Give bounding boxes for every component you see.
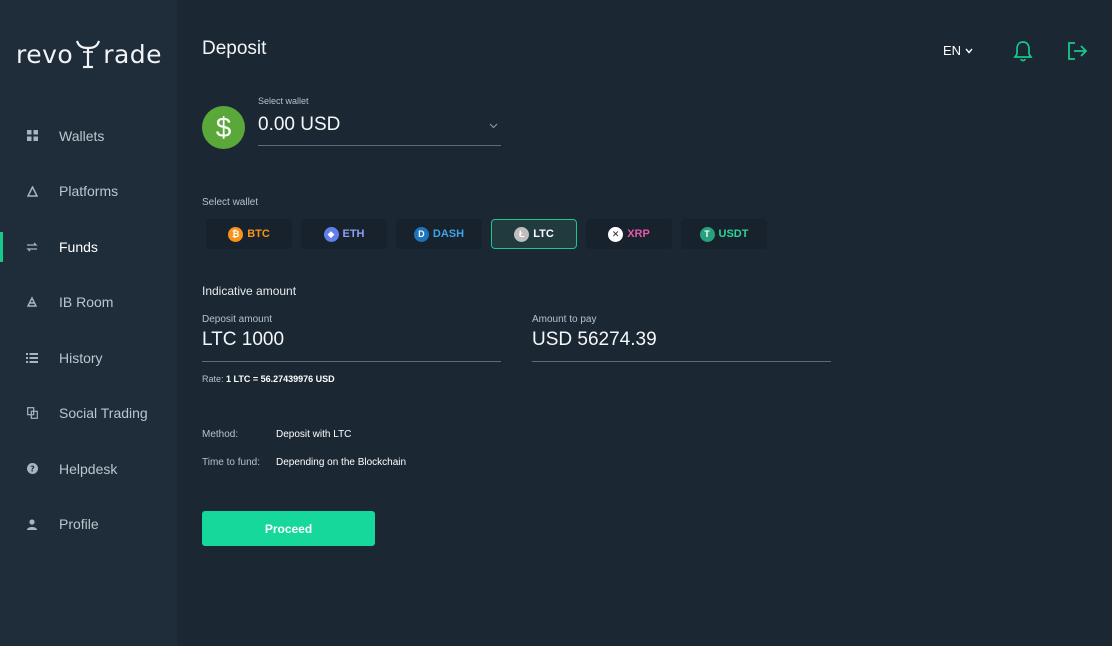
wallet-select-label: Select wallet bbox=[258, 96, 309, 106]
deposit-amount-label: Deposit amount bbox=[202, 314, 273, 325]
coin-select-label: Select wallet bbox=[202, 197, 259, 208]
user-icon bbox=[26, 518, 38, 530]
wallet-select-value: 0.00 USD bbox=[258, 114, 341, 135]
sidebar-item-social-trading[interactable]: Social Trading bbox=[0, 386, 177, 442]
language-selector[interactable]: EN bbox=[943, 43, 973, 58]
coin-button-ltc[interactable]: Ł LTC bbox=[491, 219, 577, 249]
amount-to-pay-value: USD 56274.39 bbox=[532, 329, 657, 350]
eth-icon: ◆ bbox=[323, 226, 339, 242]
time-to-fund-value: Depending on the Blockchain bbox=[276, 457, 407, 468]
triangle-icon bbox=[26, 185, 38, 197]
coin-label: DASH bbox=[432, 228, 465, 240]
sidebar-item-ib-room[interactable]: IB Room bbox=[0, 275, 177, 331]
copy-icon bbox=[26, 407, 38, 420]
sidebar-item-label: Funds bbox=[59, 238, 98, 255]
transfer-icon bbox=[26, 241, 38, 253]
btc-icon: ₿ bbox=[228, 226, 244, 242]
amount-to-pay-label: Amount to pay bbox=[532, 314, 597, 325]
sidebar-item-label: Wallets bbox=[59, 127, 105, 144]
sidebar-item-funds[interactable]: Funds bbox=[0, 219, 177, 275]
amount-to-pay-field[interactable]: Amount to pay USD 56274.39 bbox=[532, 314, 831, 362]
coin-button-dash[interactable]: D DASH bbox=[396, 219, 482, 249]
coin-button-btc[interactable]: ₿ BTC bbox=[206, 219, 292, 249]
logo-suffix: rade bbox=[103, 39, 163, 69]
sidebar: revo rade Wallets Platforms Funds IB Roo… bbox=[0, 0, 177, 646]
method-label: Method: bbox=[202, 429, 239, 440]
chevron-down-icon bbox=[489, 120, 498, 132]
sidebar-item-label: History bbox=[59, 349, 103, 366]
logout-icon[interactable] bbox=[1066, 40, 1088, 67]
deposit-amount-field[interactable]: Deposit amount LTC 1000 bbox=[202, 314, 501, 362]
sidebar-item-profile[interactable]: Profile bbox=[0, 497, 177, 553]
indicative-amount-title: Indicative amount bbox=[202, 284, 297, 298]
coin-label: ETH bbox=[342, 228, 365, 240]
proceed-button[interactable]: Proceed bbox=[202, 511, 375, 546]
svg-text:?: ? bbox=[30, 465, 35, 474]
sidebar-item-label: Profile bbox=[59, 516, 99, 533]
xrp-icon: ✕ bbox=[608, 226, 624, 242]
coin-button-usdt[interactable]: T USDT bbox=[681, 219, 767, 249]
rate-value: 1 LTC = 56.27439976 USD bbox=[226, 374, 335, 384]
list-icon bbox=[26, 352, 38, 364]
sidebar-nav: Wallets Platforms Funds IB Room History bbox=[0, 108, 177, 552]
bell-icon[interactable] bbox=[1013, 40, 1033, 67]
usdt-icon: T bbox=[699, 226, 715, 242]
coin-label: BTC bbox=[247, 228, 270, 240]
logo-t-mark bbox=[74, 37, 102, 71]
coin-label: LTC bbox=[533, 228, 554, 240]
coin-button-group: ₿ BTC ◆ ETH D DASH Ł LTC ✕ XRP T USDT bbox=[206, 219, 767, 249]
page-title: Deposit bbox=[202, 38, 267, 59]
grid-icon bbox=[26, 130, 38, 142]
sidebar-item-label: Social Trading bbox=[59, 405, 148, 422]
sidebar-item-helpdesk[interactable]: ? Helpdesk bbox=[0, 441, 177, 497]
dollar-icon: $ bbox=[202, 106, 245, 149]
ib-icon bbox=[26, 296, 38, 308]
revotrade-logo[interactable]: revo rade bbox=[16, 34, 162, 74]
sidebar-item-history[interactable]: History bbox=[0, 330, 177, 386]
sidebar-item-label: IB Room bbox=[59, 294, 114, 311]
sidebar-item-label: Platforms bbox=[59, 183, 119, 200]
coin-label: USDT bbox=[718, 228, 749, 240]
exchange-rate: Rate: 1 LTC = 56.27439976 USD bbox=[202, 374, 335, 384]
wallet-select[interactable]: Select wallet 0.00 USD bbox=[258, 94, 501, 146]
sidebar-item-platforms[interactable]: Platforms bbox=[0, 164, 177, 220]
logo-prefix: revo bbox=[16, 39, 74, 69]
deposit-amount-value: LTC 1000 bbox=[202, 329, 285, 350]
coin-button-eth[interactable]: ◆ ETH bbox=[301, 219, 387, 249]
sidebar-item-wallets[interactable]: Wallets bbox=[0, 108, 177, 164]
time-to-fund-label: Time to fund: bbox=[202, 457, 260, 468]
coin-button-xrp[interactable]: ✕ XRP bbox=[586, 219, 672, 249]
rate-prefix: Rate: bbox=[202, 374, 224, 384]
help-icon: ? bbox=[26, 463, 38, 475]
coin-label: XRP bbox=[627, 228, 650, 240]
dash-icon: D bbox=[413, 226, 429, 242]
method-value: Deposit with LTC bbox=[276, 429, 352, 440]
ltc-icon: Ł bbox=[514, 226, 530, 242]
chevron-down-icon bbox=[965, 48, 973, 54]
sidebar-item-label: Helpdesk bbox=[59, 460, 118, 477]
language-label: EN bbox=[943, 43, 962, 58]
